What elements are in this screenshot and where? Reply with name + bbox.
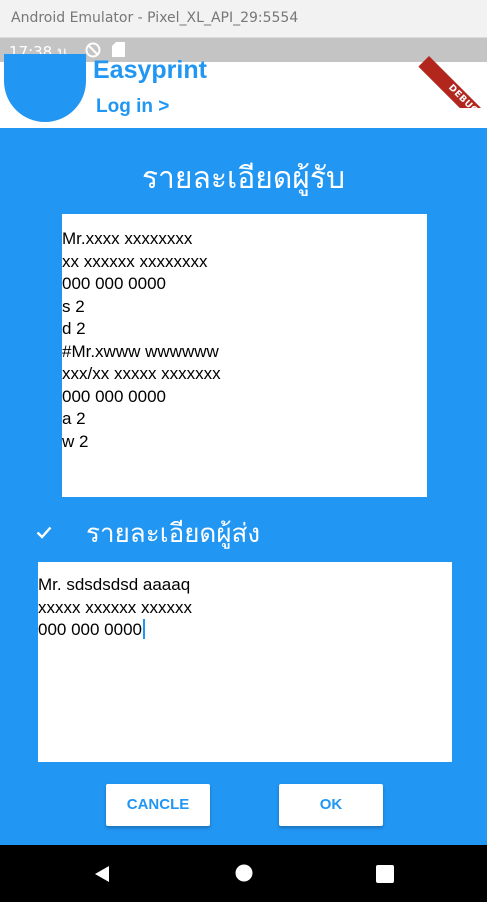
app-title: Easyprint — [93, 56, 207, 84]
emulator-title-bar: Android Emulator - Pixel_XL_API_29:5554 — [0, 0, 487, 38]
debug-ribbon: DEBUG — [418, 56, 487, 108]
receiver-line: 000 000 0000 — [62, 274, 166, 293]
sender-line: Mr. sdsdsdsd aaaaq — [38, 575, 191, 594]
receiver-details-field[interactable]: Mr.xxxx xxxxxxxx xx xxxxxx xxxxxxxx 000 … — [62, 214, 427, 497]
receiver-line: xxx/xx xxxxx xxxxxxx — [62, 364, 221, 383]
cancel-button[interactable]: CANCLE — [106, 784, 210, 826]
navigation-bar — [0, 845, 487, 902]
sender-line-last: 000 000 0000 — [38, 619, 452, 642]
sender-heading: รายละเอียดผู้ส่ง — [86, 519, 261, 549]
receiver-line: #Mr.xwww wwwwww — [62, 341, 219, 361]
receiver-line: d 2 — [62, 319, 86, 338]
login-link[interactable]: Log in > — [96, 96, 169, 118]
main-panel: รายละเอียดผู้รับ Mr.xxxx xxxxxxxx xx xxx… — [0, 128, 487, 845]
sender-checkbox[interactable] — [34, 522, 54, 542]
window-title: Android Emulator - Pixel_XL_API_29:5554 — [11, 10, 299, 26]
receiver-heading: รายละเอียดผู้รับ — [141, 161, 346, 196]
receiver-line: xx xxxxxx xxxxxxxx — [62, 251, 208, 271]
app-header: Easyprint Log in > — [0, 54, 487, 128]
receiver-line: s 2 — [62, 296, 85, 316]
ok-button[interactable]: OK — [279, 784, 383, 826]
text-caret — [143, 619, 145, 639]
receiver-line: 000 000 0000 — [62, 386, 166, 406]
debug-banner: DEBUG — [417, 38, 487, 108]
sender-line: xxxxx xxxxxx xxxxxx — [38, 597, 192, 617]
sender-line: 000 000 0000 — [38, 620, 142, 639]
receiver-line: Mr.xxxx xxxxxxxx — [62, 229, 193, 248]
receiver-line: w 2 — [62, 431, 89, 451]
sd-card-icon — [112, 42, 125, 57]
receiver-line: a 2 — [62, 409, 86, 428]
sender-details-field[interactable]: Mr. sdsdsdsd aaaaq xxxxx xxxxxx xxxxxx 0… — [38, 562, 452, 762]
back-icon[interactable] — [92, 864, 112, 884]
recents-icon[interactable] — [376, 865, 394, 883]
avatar[interactable] — [4, 54, 86, 122]
home-icon[interactable] — [235, 864, 253, 882]
